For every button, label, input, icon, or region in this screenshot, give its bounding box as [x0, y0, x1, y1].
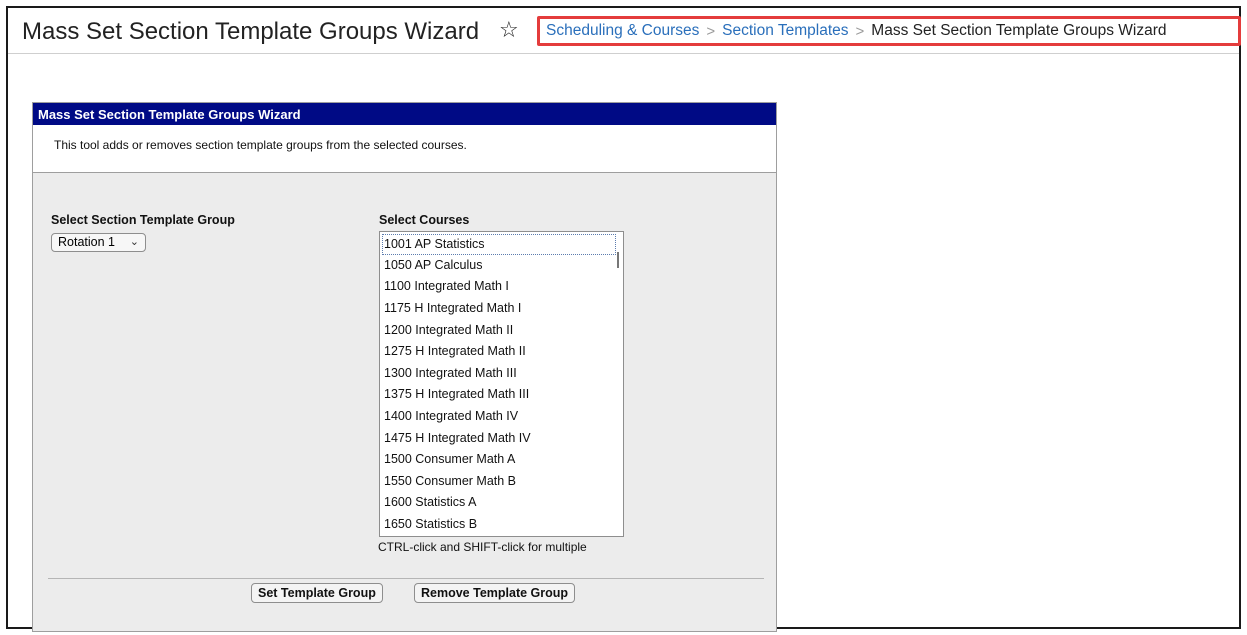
list-item[interactable]: 1550 Consumer Math B	[382, 471, 616, 492]
template-group-select[interactable]: Rotation 1 ⌄	[51, 233, 146, 252]
multi-select-hint: CTRL-click and SHIFT-click for multiple	[378, 540, 587, 554]
list-item[interactable]: 1001 AP Statistics	[382, 234, 616, 255]
courses-listbox[interactable]: 1001 AP Statistics 1050 AP Calculus 1100…	[379, 231, 624, 537]
list-item[interactable]: 1475 H Integrated Math IV	[382, 428, 616, 449]
list-item[interactable]: 1375 H Integrated Math III	[382, 384, 616, 405]
set-template-group-button[interactable]: Set Template Group	[251, 583, 383, 603]
page-title: Mass Set Section Template Groups Wizard	[22, 18, 480, 45]
divider	[48, 578, 764, 579]
list-item[interactable]: 1100 Integrated Math I	[382, 276, 616, 297]
breadcrumb-current: Mass Set Section Template Groups Wizard	[871, 22, 1167, 39]
list-item[interactable]: 1200 Integrated Math II	[382, 320, 616, 341]
breadcrumb-scheduling-courses[interactable]: Scheduling & Courses	[546, 22, 699, 40]
template-group-label: Select Section Template Group	[51, 213, 235, 227]
list-item[interactable]: 1400 Integrated Math IV	[382, 406, 616, 427]
listbox-scrollbar[interactable]	[617, 252, 619, 268]
courses-label: Select Courses	[379, 213, 470, 227]
template-group-value: Rotation 1	[58, 235, 115, 249]
favorite-star-icon[interactable]: ☆	[499, 17, 519, 43]
list-item[interactable]: 1050 AP Calculus	[382, 255, 616, 276]
list-item[interactable]: 1500 Consumer Math A	[382, 449, 616, 470]
wizard-description-area: This tool adds or removes section templa…	[33, 125, 776, 173]
remove-template-group-button[interactable]: Remove Template Group	[414, 583, 576, 603]
list-item[interactable]: 1300 Integrated Math III	[382, 363, 616, 384]
wizard-panel: Mass Set Section Template Groups Wizard …	[32, 102, 777, 632]
list-item[interactable]: 1175 H Integrated Math I	[382, 298, 616, 319]
breadcrumb: Scheduling & Courses > Section Templates…	[537, 16, 1241, 46]
breadcrumb-separator-icon: >	[706, 22, 716, 40]
breadcrumb-section-templates[interactable]: Section Templates	[722, 22, 848, 40]
wizard-title: Mass Set Section Template Groups Wizard	[33, 103, 776, 125]
page-frame: Mass Set Section Template Groups Wizard …	[6, 6, 1241, 632]
list-item[interactable]: 1650 Statistics B	[382, 514, 616, 535]
list-item[interactable]: 1600 Statistics A	[382, 492, 616, 513]
chevron-down-icon: ⌄	[129, 236, 139, 248]
wizard-description: This tool adds or removes section templa…	[54, 138, 467, 152]
page-header: Mass Set Section Template Groups Wizard …	[8, 8, 1241, 54]
list-item[interactable]: 1275 H Integrated Math II	[382, 341, 616, 362]
breadcrumb-separator-icon: >	[855, 22, 865, 40]
